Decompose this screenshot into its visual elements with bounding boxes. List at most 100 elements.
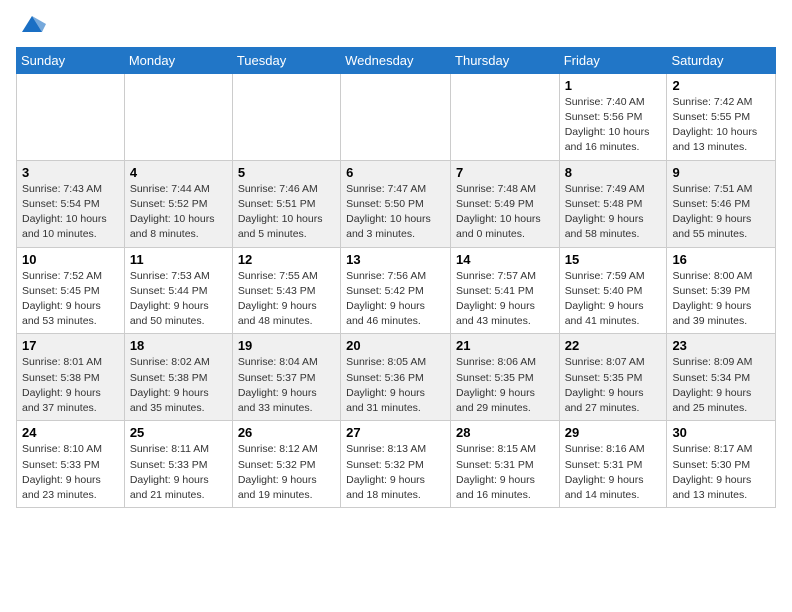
- day-info: Sunrise: 8:11 AM Sunset: 5:33 PM Dayligh…: [130, 442, 227, 503]
- day-info: Sunrise: 8:00 AM Sunset: 5:39 PM Dayligh…: [672, 269, 770, 330]
- day-number: 24: [22, 425, 119, 440]
- day-info: Sunrise: 7:52 AM Sunset: 5:45 PM Dayligh…: [22, 269, 119, 330]
- day-info: Sunrise: 8:09 AM Sunset: 5:34 PM Dayligh…: [672, 355, 770, 416]
- day-number: 18: [130, 338, 227, 353]
- day-info: Sunrise: 8:13 AM Sunset: 5:32 PM Dayligh…: [346, 442, 445, 503]
- calendar-cell: [232, 73, 340, 160]
- calendar-cell: 17 Sunrise: 8:01 AM Sunset: 5:38 PM Dayli…: [17, 334, 125, 421]
- day-number: 28: [456, 425, 554, 440]
- calendar-cell: 25 Sunrise: 8:11 AM Sunset: 5:33 PM Dayli…: [124, 421, 232, 508]
- day-of-week-header: Monday: [124, 47, 232, 73]
- day-info: Sunrise: 8:10 AM Sunset: 5:33 PM Dayligh…: [22, 442, 119, 503]
- day-info: Sunrise: 8:16 AM Sunset: 5:31 PM Dayligh…: [565, 442, 662, 503]
- day-number: 1: [565, 78, 662, 93]
- calendar-cell: 21 Sunrise: 8:06 AM Sunset: 5:35 PM Dayli…: [451, 334, 560, 421]
- day-number: 7: [456, 165, 554, 180]
- calendar-cell: 9Sunrise: 7:51 AM Sunset: 5:46 PM Daylig…: [667, 160, 776, 247]
- calendar-cell: [124, 73, 232, 160]
- day-number: 20: [346, 338, 445, 353]
- day-number: 21: [456, 338, 554, 353]
- calendar-cell: 29 Sunrise: 8:16 AM Sunset: 5:31 PM Dayli…: [559, 421, 667, 508]
- calendar-cell: 5 Sunrise: 7:46 AM Sunset: 5:51 PM Daylig…: [232, 160, 340, 247]
- day-of-week-header: Thursday: [451, 47, 560, 73]
- day-of-week-header: Tuesday: [232, 47, 340, 73]
- day-info: Sunrise: 7:46 AM Sunset: 5:51 PM Dayligh…: [238, 182, 335, 243]
- day-info: Sunrise: 7:56 AM Sunset: 5:42 PM Dayligh…: [346, 269, 445, 330]
- day-number: 6: [346, 165, 445, 180]
- calendar-week-row: 17 Sunrise: 8:01 AM Sunset: 5:38 PM Dayli…: [17, 334, 776, 421]
- calendar-cell: 22 Sunrise: 8:07 AM Sunset: 5:35 PM Dayli…: [559, 334, 667, 421]
- calendar-cell: 11 Sunrise: 7:53 AM Sunset: 5:44 PM Dayli…: [124, 247, 232, 334]
- day-number: 15: [565, 252, 662, 267]
- day-number: 22: [565, 338, 662, 353]
- logo: [16, 10, 46, 39]
- day-info: Sunrise: 7:43 AM Sunset: 5:54 PM Dayligh…: [22, 182, 119, 243]
- day-info: Sunrise: 8:07 AM Sunset: 5:35 PM Dayligh…: [565, 355, 662, 416]
- calendar-cell: 16 Sunrise: 8:00 AM Sunset: 5:39 PM Dayli…: [667, 247, 776, 334]
- day-info: Sunrise: 7:44 AM Sunset: 5:52 PM Dayligh…: [130, 182, 227, 243]
- day-number: 5: [238, 165, 335, 180]
- logo-triangle-icon: [18, 10, 46, 38]
- calendar-week-row: 24 Sunrise: 8:10 AM Sunset: 5:33 PM Dayli…: [17, 421, 776, 508]
- day-info: Sunrise: 8:05 AM Sunset: 5:36 PM Dayligh…: [346, 355, 445, 416]
- day-number: 4: [130, 165, 227, 180]
- day-number: 10: [22, 252, 119, 267]
- day-number: 8: [565, 165, 662, 180]
- day-info: Sunrise: 7:40 AM Sunset: 5:56 PM Dayligh…: [565, 95, 662, 156]
- calendar-cell: 27 Sunrise: 8:13 AM Sunset: 5:32 PM Dayli…: [341, 421, 451, 508]
- calendar-cell: 8 Sunrise: 7:49 AM Sunset: 5:48 PM Daylig…: [559, 160, 667, 247]
- calendar-cell: 26Sunrise: 8:12 AM Sunset: 5:32 PM Dayli…: [232, 421, 340, 508]
- day-info: Sunrise: 8:17 AM Sunset: 5:30 PM Dayligh…: [672, 442, 770, 503]
- day-number: 2: [672, 78, 770, 93]
- calendar-table: SundayMondayTuesdayWednesdayThursdayFrid…: [16, 47, 776, 508]
- day-number: 19: [238, 338, 335, 353]
- calendar-week-row: 1 Sunrise: 7:40 AM Sunset: 5:56 PM Daylig…: [17, 73, 776, 160]
- day-number: 14: [456, 252, 554, 267]
- header: [16, 10, 776, 39]
- calendar-cell: 2 Sunrise: 7:42 AM Sunset: 5:55 PM Daylig…: [667, 73, 776, 160]
- day-number: 30: [672, 425, 770, 440]
- calendar-cell: [341, 73, 451, 160]
- day-number: 9: [672, 165, 770, 180]
- day-info: Sunrise: 8:01 AM Sunset: 5:38 PM Dayligh…: [22, 355, 119, 416]
- calendar-cell: 19 Sunrise: 8:04 AM Sunset: 5:37 PM Dayli…: [232, 334, 340, 421]
- day-number: 26: [238, 425, 335, 440]
- day-of-week-header: Sunday: [17, 47, 125, 73]
- calendar-cell: [451, 73, 560, 160]
- calendar-cell: 30 Sunrise: 8:17 AM Sunset: 5:30 PM Dayli…: [667, 421, 776, 508]
- day-number: 25: [130, 425, 227, 440]
- calendar-week-row: 10 Sunrise: 7:52 AM Sunset: 5:45 PM Dayli…: [17, 247, 776, 334]
- calendar-cell: 20 Sunrise: 8:05 AM Sunset: 5:36 PM Dayli…: [341, 334, 451, 421]
- day-number: 27: [346, 425, 445, 440]
- calendar-week-row: 3 Sunrise: 7:43 AM Sunset: 5:54 PM Daylig…: [17, 160, 776, 247]
- calendar-cell: [17, 73, 125, 160]
- calendar-cell: 1 Sunrise: 7:40 AM Sunset: 5:56 PM Daylig…: [559, 73, 667, 160]
- calendar-cell: 23 Sunrise: 8:09 AM Sunset: 5:34 PM Dayli…: [667, 334, 776, 421]
- day-number: 13: [346, 252, 445, 267]
- day-info: Sunrise: 7:53 AM Sunset: 5:44 PM Dayligh…: [130, 269, 227, 330]
- calendar-cell: 24 Sunrise: 8:10 AM Sunset: 5:33 PM Dayli…: [17, 421, 125, 508]
- day-info: Sunrise: 7:42 AM Sunset: 5:55 PM Dayligh…: [672, 95, 770, 156]
- day-number: 29: [565, 425, 662, 440]
- day-info: Sunrise: 8:04 AM Sunset: 5:37 PM Dayligh…: [238, 355, 335, 416]
- day-info: Sunrise: 7:48 AM Sunset: 5:49 PM Dayligh…: [456, 182, 554, 243]
- day-number: 23: [672, 338, 770, 353]
- calendar-header-row: SundayMondayTuesdayWednesdayThursdayFrid…: [17, 47, 776, 73]
- day-of-week-header: Saturday: [667, 47, 776, 73]
- day-number: 17: [22, 338, 119, 353]
- day-info: Sunrise: 7:47 AM Sunset: 5:50 PM Dayligh…: [346, 182, 445, 243]
- calendar-cell: 6 Sunrise: 7:47 AM Sunset: 5:50 PM Daylig…: [341, 160, 451, 247]
- calendar-cell: 7 Sunrise: 7:48 AM Sunset: 5:49 PM Daylig…: [451, 160, 560, 247]
- day-info: Sunrise: 7:49 AM Sunset: 5:48 PM Dayligh…: [565, 182, 662, 243]
- day-info: Sunrise: 8:06 AM Sunset: 5:35 PM Dayligh…: [456, 355, 554, 416]
- day-number: 12: [238, 252, 335, 267]
- calendar-cell: 13 Sunrise: 7:56 AM Sunset: 5:42 PM Dayli…: [341, 247, 451, 334]
- day-info: Sunrise: 7:59 AM Sunset: 5:40 PM Dayligh…: [565, 269, 662, 330]
- calendar-cell: 10 Sunrise: 7:52 AM Sunset: 5:45 PM Dayli…: [17, 247, 125, 334]
- day-number: 11: [130, 252, 227, 267]
- day-number: 3: [22, 165, 119, 180]
- calendar-cell: 28Sunrise: 8:15 AM Sunset: 5:31 PM Dayli…: [451, 421, 560, 508]
- calendar-cell: 15 Sunrise: 7:59 AM Sunset: 5:40 PM Dayli…: [559, 247, 667, 334]
- day-info: Sunrise: 7:57 AM Sunset: 5:41 PM Dayligh…: [456, 269, 554, 330]
- day-number: 16: [672, 252, 770, 267]
